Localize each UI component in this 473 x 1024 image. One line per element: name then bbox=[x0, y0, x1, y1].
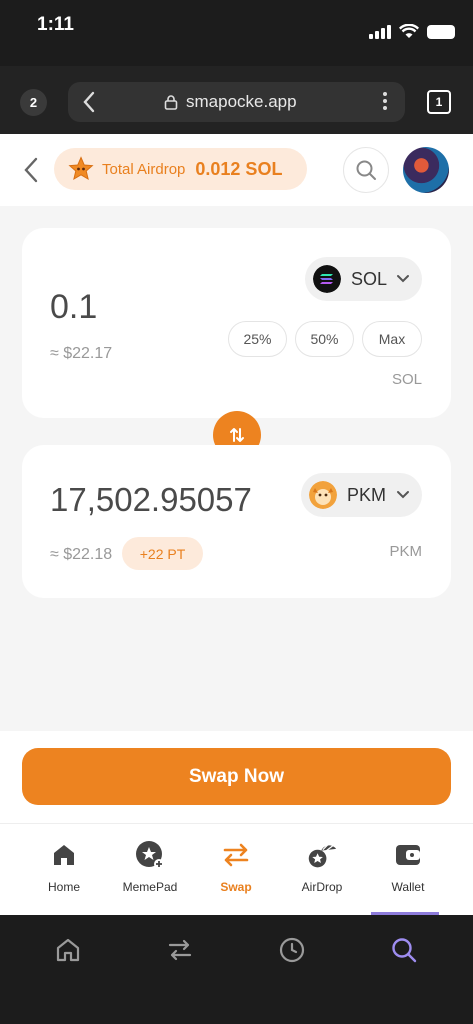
status-time: 1:11 bbox=[37, 14, 74, 35]
swap-now-button[interactable]: Swap Now bbox=[22, 748, 451, 805]
to-amount-value: 17,502.95057 bbox=[50, 481, 252, 518]
avatar[interactable] bbox=[403, 147, 449, 193]
airdrop-icon bbox=[307, 840, 337, 870]
nav-item-airdrop[interactable]: AirDrop bbox=[277, 840, 367, 894]
nav-item-memepad[interactable]: MemePad bbox=[105, 840, 195, 894]
nav-label-swap: Swap bbox=[220, 880, 252, 894]
tab-group-count[interactable]: 2 bbox=[20, 89, 47, 116]
url-bar[interactable]: smapocke.app bbox=[68, 82, 405, 122]
lock-icon bbox=[164, 95, 178, 110]
search-icon bbox=[356, 160, 376, 180]
browser-home-icon[interactable] bbox=[53, 935, 83, 965]
browser-back-icon[interactable] bbox=[82, 90, 96, 114]
memepad-icon bbox=[135, 840, 165, 870]
nav-item-swap[interactable]: Swap bbox=[191, 840, 281, 894]
browser-toolbar bbox=[0, 915, 473, 1024]
wallet-icon bbox=[393, 840, 423, 870]
browser-search-icon[interactable] bbox=[389, 935, 419, 965]
swap-arrows-icon bbox=[230, 428, 244, 442]
amount-25-percent-button[interactable]: 25% bbox=[228, 321, 287, 357]
tabs-button[interactable]: 1 bbox=[427, 90, 451, 114]
history-icon[interactable] bbox=[277, 935, 307, 965]
to-token-selector[interactable]: PKM bbox=[301, 473, 422, 517]
amount-50-percent-button[interactable]: 50% bbox=[295, 321, 354, 357]
to-usd-value: ≈ $22.18 bbox=[50, 546, 113, 563]
nav-item-wallet[interactable]: Wallet bbox=[363, 840, 453, 894]
nav-label-wallet: Wallet bbox=[391, 880, 425, 894]
swap-to-card: 17,502.95057 ≈ $22.18 +22 PT PKM PKM bbox=[22, 445, 451, 598]
battery-icon bbox=[427, 24, 455, 39]
home-icon bbox=[49, 840, 79, 870]
browser-address-bar: 2 smapocke.app 1 bbox=[0, 66, 473, 134]
nav-label-home: Home bbox=[47, 880, 80, 894]
from-unit-label: SOL bbox=[391, 371, 422, 388]
star-mascot-icon bbox=[68, 156, 94, 181]
signal-icon bbox=[369, 24, 391, 39]
more-options-icon[interactable] bbox=[383, 92, 387, 110]
points-badge: +22 PT bbox=[122, 537, 203, 570]
amount-max-button[interactable]: Max bbox=[362, 321, 422, 357]
from-token-selector[interactable]: SOL bbox=[305, 257, 422, 301]
pkm-token-icon bbox=[309, 481, 337, 509]
sol-token-icon bbox=[313, 265, 341, 293]
from-token-label: SOL bbox=[351, 268, 388, 289]
url-display[interactable]: smapocke.app bbox=[164, 92, 297, 112]
chevron-down-icon bbox=[397, 491, 409, 499]
swap-icon bbox=[221, 840, 251, 870]
chevron-down-icon bbox=[397, 275, 409, 283]
airdrop-label: Total Airdrop bbox=[102, 160, 186, 178]
nav-label-memepad: MemePad bbox=[122, 880, 178, 894]
airdrop-value: 0.012 SOL bbox=[195, 158, 283, 179]
nav-label-airdrop: AirDrop bbox=[301, 880, 343, 894]
nav-item-home[interactable]: Home bbox=[19, 840, 109, 894]
to-unit-label: PKM bbox=[389, 543, 422, 560]
swap-from-card: 0.1 ≈ $22.17 SOL 25% 50% Max SOL bbox=[22, 228, 451, 418]
app-header: Total Airdrop 0.012 SOL bbox=[0, 134, 473, 206]
search-button[interactable] bbox=[343, 147, 389, 193]
url-text: smapocke.app bbox=[186, 92, 297, 111]
total-airdrop-badge[interactable]: Total Airdrop 0.012 SOL bbox=[54, 148, 307, 190]
back-icon[interactable] bbox=[22, 156, 40, 184]
app-bottom-nav: Home MemePad Swap AirDrop Wallet bbox=[0, 823, 473, 915]
wifi-icon bbox=[399, 24, 419, 38]
from-amount-input[interactable]: 0.1 bbox=[50, 288, 97, 327]
status-bar: 1:11 bbox=[0, 0, 473, 66]
status-icons bbox=[369, 24, 455, 39]
to-token-label: PKM bbox=[347, 484, 387, 505]
browser-switch-icon[interactable] bbox=[165, 935, 195, 965]
action-area: Swap Now bbox=[0, 731, 473, 823]
from-usd-value: ≈ $22.17 bbox=[50, 345, 113, 362]
